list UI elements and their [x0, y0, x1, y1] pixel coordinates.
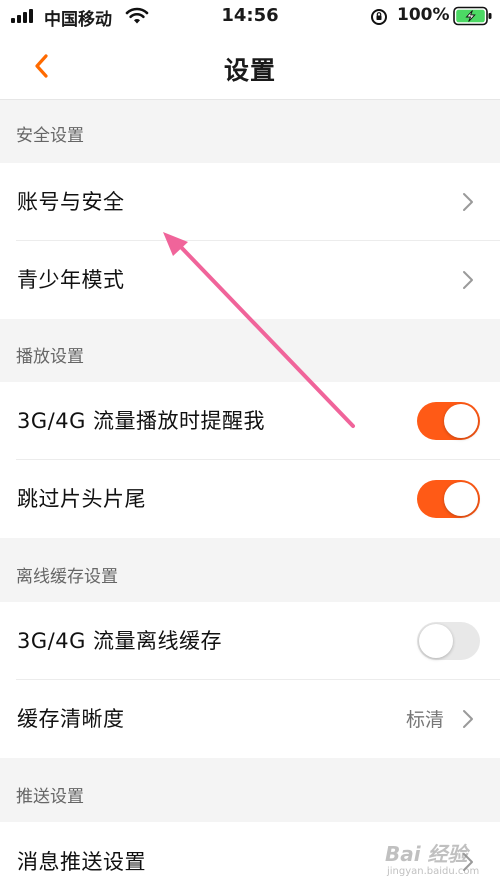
- watermark-url: jingyan.baidu.com: [387, 866, 480, 877]
- chevron-right-icon: [463, 193, 473, 211]
- row-label: 3G/4G 流量播放时提醒我: [17, 409, 266, 433]
- chevron-right-icon: [463, 271, 473, 289]
- skip-intro-outro-toggle[interactable]: [417, 480, 480, 518]
- row-label: 3G/4G 流量离线缓存: [17, 629, 223, 653]
- chevron-right-icon: [463, 710, 473, 728]
- section-header-offline-cache: 离线缓存设置: [16, 567, 118, 587]
- cellular-playback-reminder-toggle[interactable]: [417, 402, 480, 440]
- orientation-lock-icon: [371, 9, 387, 25]
- row-label: 缓存清晰度: [17, 707, 125, 731]
- watermark-text: Bai 经验: [385, 842, 468, 866]
- battery-charging-icon: [453, 6, 492, 26]
- cellular-playback-reminder-row: 3G/4G 流量播放时提醒我: [0, 382, 500, 460]
- watermark: Bai 经验 jingyan.baidu.com: [385, 834, 495, 884]
- cellular-offline-cache-row: 3G/4G 流量离线缓存: [0, 602, 500, 680]
- row-label: 跳过片头片尾: [17, 487, 146, 511]
- section-header-security: 安全设置: [16, 126, 84, 146]
- row-label: 消息推送设置: [17, 850, 146, 874]
- toggle-knob: [444, 482, 478, 516]
- account-security-row[interactable]: 账号与安全: [0, 163, 500, 241]
- section-header-push: 推送设置: [16, 787, 84, 807]
- section-header-playback: 播放设置: [16, 347, 84, 367]
- toggle-knob: [444, 404, 478, 438]
- youth-mode-row[interactable]: 青少年模式: [0, 241, 500, 319]
- cache-quality-value: 标清: [405, 709, 444, 731]
- row-label: 青少年模式: [17, 268, 125, 292]
- row-label: 账号与安全: [17, 190, 125, 214]
- skip-intro-outro-row: 跳过片头片尾: [0, 460, 500, 538]
- battery-percent: 100%: [397, 5, 450, 25]
- page-title: 设置: [223, 56, 276, 85]
- navigation-bar: 设置: [0, 32, 500, 100]
- toggle-knob: [419, 624, 453, 658]
- cellular-offline-cache-toggle[interactable]: [417, 622, 480, 660]
- status-bar: 中国移动 14:56 100%: [0, 0, 500, 32]
- cache-quality-row[interactable]: 缓存清晰度 标清: [0, 680, 500, 758]
